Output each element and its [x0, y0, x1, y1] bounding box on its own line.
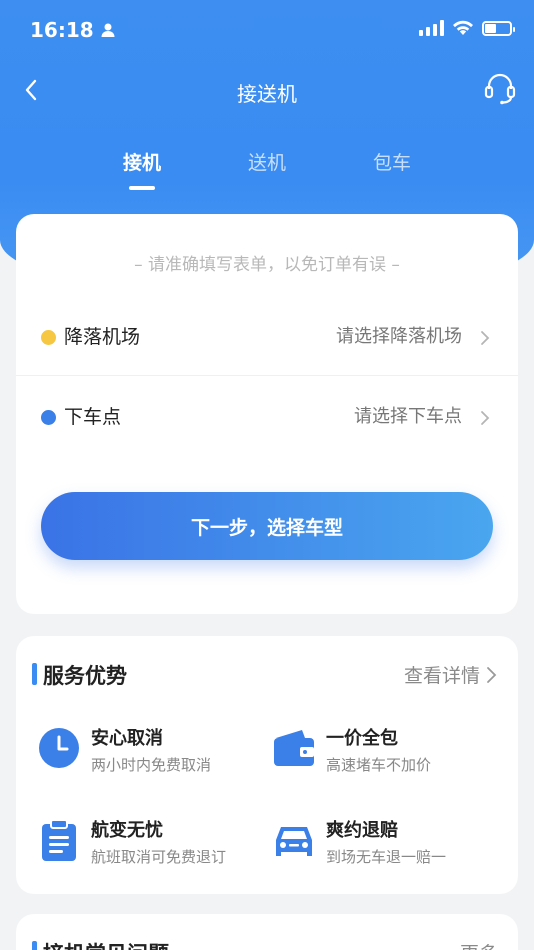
- feature-title: 航变无忧: [91, 820, 163, 841]
- wallet-icon: [274, 730, 314, 766]
- customer-service-icon[interactable]: [484, 72, 516, 106]
- feature-title: 安心取消: [91, 728, 163, 749]
- landing-airport-value: 请选择降落机场: [336, 326, 462, 347]
- feature-title: 一价全包: [326, 728, 398, 749]
- blue-dot-icon: [41, 410, 56, 425]
- dropoff-point-row[interactable]: 下车点 请选择下车点: [16, 376, 518, 456]
- feature-desc: 两小时内免费取消: [91, 756, 212, 774]
- faq-card: 接机常见问题 更多: [16, 914, 518, 950]
- cellular-signal-icon: [419, 20, 444, 36]
- view-details-label: 查看详情: [403, 665, 480, 687]
- feature-desc: 航班取消可免费退订: [91, 848, 227, 866]
- feature-item: 爽约退赔 到场无车退一赔一: [272, 818, 502, 878]
- section-title: 服务优势: [43, 664, 127, 688]
- faq-more-link[interactable]: 更多: [460, 939, 498, 950]
- dropoff-point-label: 下车点: [64, 406, 122, 428]
- status-bar: 16:18: [0, 0, 534, 62]
- clock-icon: [39, 728, 79, 768]
- page-title: 接送机: [237, 82, 297, 106]
- tab-bar: 接机 送机 包车: [0, 148, 534, 198]
- tab-pickup[interactable]: 接机: [102, 148, 182, 175]
- view-details-link[interactable]: 查看详情: [404, 661, 498, 688]
- feature-title: 爽约退赔: [326, 820, 398, 841]
- chevron-right-icon: [481, 411, 490, 425]
- booking-form-card: – 请准确填写表单，以免订单有误 – 降落机场 请选择降落机场 下车点 请选择下…: [16, 214, 518, 614]
- landing-airport-label: 降落机场: [64, 326, 141, 348]
- feature-desc: 到场无车退一赔一: [326, 848, 447, 866]
- faq-title: 接机常见问题: [43, 938, 169, 950]
- landing-airport-row[interactable]: 降落机场 请选择降落机场: [16, 296, 518, 376]
- tab-dropoff[interactable]: 送机: [227, 148, 307, 175]
- status-time: 16:18: [30, 18, 116, 42]
- car-icon: [276, 827, 312, 856]
- next-step-button[interactable]: 下一步，选择车型: [41, 492, 493, 560]
- section-accent-bar: [32, 941, 37, 950]
- chevron-right-icon: [487, 666, 497, 683]
- form-notice: – 请准确填写表单，以免订单有误 –: [134, 255, 400, 275]
- dropoff-point-value: 请选择下车点: [354, 406, 462, 427]
- feature-item: 安心取消 两小时内免费取消: [37, 726, 267, 786]
- service-advantages-card: 服务优势 查看详情 安心取消 两小时内免费取消 一价全包 高速堵车不加价 航变无: [16, 636, 518, 894]
- feature-desc: 高速堵车不加价: [326, 756, 432, 774]
- feature-item: 航变无忧 航班取消可免费退订: [37, 818, 267, 878]
- wifi-icon: [453, 20, 473, 35]
- active-tab-indicator: [129, 186, 155, 190]
- navigation-bar: 接送机: [0, 62, 534, 118]
- clipboard-icon: [42, 819, 76, 861]
- chevron-right-icon: [481, 331, 490, 345]
- tab-charter[interactable]: 包车: [352, 148, 432, 175]
- status-time-label: 16:18: [30, 18, 94, 42]
- feature-item: 一价全包 高速堵车不加价: [272, 726, 502, 786]
- section-accent-bar: [32, 663, 37, 685]
- person-icon: [101, 23, 115, 37]
- yellow-dot-icon: [41, 330, 56, 345]
- battery-icon: [482, 20, 515, 36]
